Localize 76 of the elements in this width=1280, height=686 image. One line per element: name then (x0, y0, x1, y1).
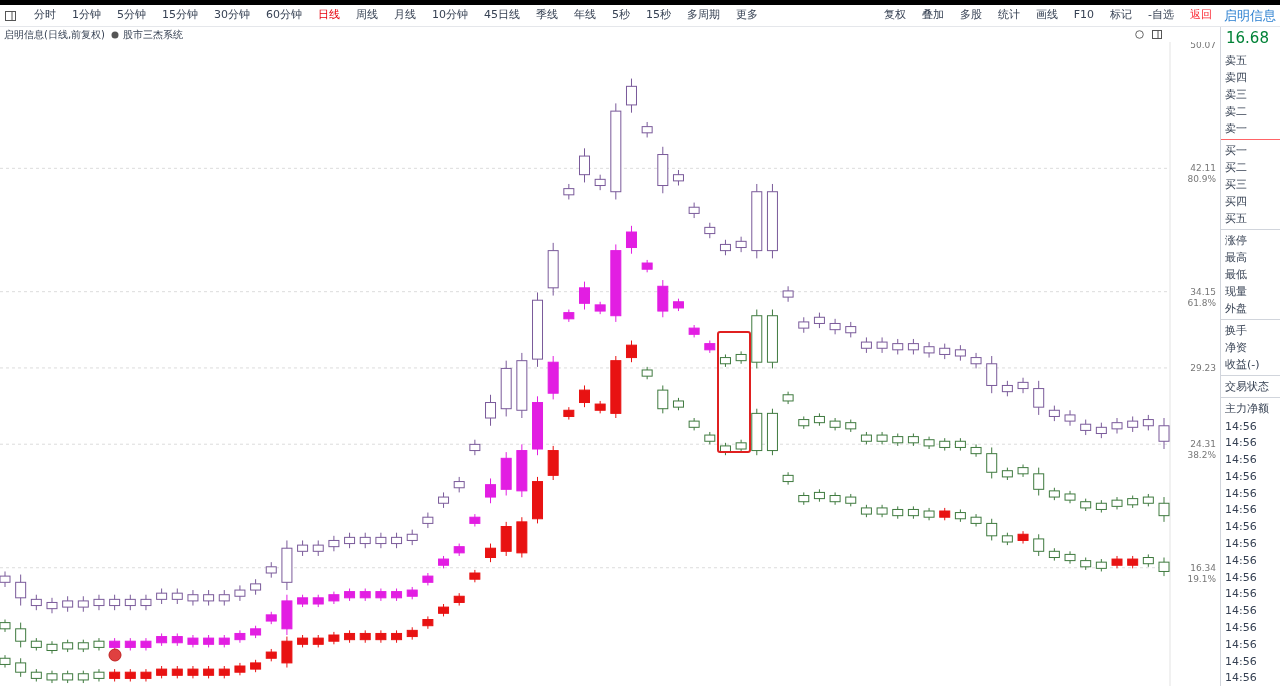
quote-label: 买三 (1224, 176, 1248, 193)
price-label: 50.07 (1190, 42, 1216, 50)
percent-label: 19.1% (1187, 573, 1216, 584)
period-tab[interactable]: 15分钟 (154, 7, 206, 24)
toolbar-button[interactable]: F10 (1065, 7, 1102, 24)
chart-title: 启明信息(日线,前复权) (4, 28, 105, 42)
period-tab[interactable]: 季线 (528, 7, 566, 24)
quote-label: 最高 (1224, 249, 1248, 266)
trade-time: 14:56 (1224, 636, 1258, 653)
quote-label: 卖五 (1224, 52, 1248, 69)
toolbar-button[interactable]: 统计 (989, 7, 1028, 24)
trade-time: 14:56 (1224, 452, 1258, 469)
period-tab[interactable]: 1分钟 (64, 7, 109, 24)
quote-label: 买一 (1224, 142, 1248, 159)
period-tab[interactable]: 月线 (386, 7, 424, 24)
quote-label: 最低 (1224, 266, 1248, 283)
trade-time: 14:56 (1224, 435, 1258, 452)
percent-label: 61.8% (1187, 297, 1216, 308)
period-tab[interactable]: 15秒 (638, 7, 679, 24)
quote-label: 换手 (1224, 322, 1248, 339)
trade-time: 14:56 (1224, 536, 1258, 553)
trade-time: 14:56 (1224, 502, 1258, 519)
quote-label: 收益(-) (1224, 356, 1261, 373)
trade-time: 14:56 (1224, 670, 1258, 686)
quote-label: 现量 (1224, 283, 1248, 300)
indicator-name: 股市三杰系统 (123, 28, 183, 42)
quote-label: 净资 (1224, 339, 1248, 356)
price-label: 16.34 (1190, 562, 1216, 573)
toolbar-button[interactable]: 画线 (1027, 7, 1066, 24)
trade-time: 14:56 (1224, 552, 1258, 569)
toolbar-button[interactable]: 标记 (1102, 7, 1140, 24)
price-label: 24.31 (1190, 439, 1216, 450)
price-label: 42.11 (1190, 163, 1216, 174)
stock-name: 启明信息 (1224, 6, 1277, 25)
price-label: 34.15 (1190, 286, 1216, 297)
trade-time: 14:56 (1224, 418, 1258, 435)
percent-label: 80.9% (1187, 174, 1216, 185)
toolbar-button[interactable]: 多股 (951, 7, 990, 24)
toolbar-button[interactable]: 复权 (875, 7, 914, 24)
current-price: 16.68 (1225, 28, 1270, 49)
price-label: 29.23 (1190, 362, 1216, 373)
trade-time: 14:56 (1224, 519, 1258, 536)
period-tab[interactable]: 更多 (728, 7, 766, 24)
period-tab[interactable]: 45日线 (476, 7, 528, 24)
quote-label: 买五 (1224, 210, 1248, 227)
period-tab[interactable]: 30分钟 (206, 7, 258, 24)
quote-label: 交易状态 (1224, 378, 1270, 395)
period-tab[interactable]: 分时 (26, 7, 64, 24)
trade-time: 14:56 (1224, 603, 1258, 620)
trade-time: 14:56 (1224, 620, 1258, 637)
period-tab[interactable]: 10分钟 (424, 7, 476, 24)
trade-time: 14:56 (1224, 468, 1258, 485)
trade-time: 14:56 (1224, 485, 1258, 502)
toolbar-button[interactable]: 叠加 (913, 7, 952, 24)
period-tab[interactable]: 日线 (310, 7, 348, 24)
period-tab[interactable]: 60分钟 (258, 7, 310, 24)
quote-label: 买四 (1224, 193, 1248, 210)
period-tab[interactable]: 5秒 (604, 7, 638, 24)
quote-label: 外盘 (1224, 300, 1248, 317)
quote-label: 涨停 (1224, 232, 1248, 249)
period-tab[interactable]: 多周期 (679, 7, 728, 24)
period-tab[interactable]: 5分钟 (109, 7, 154, 24)
percent-label: 38.2% (1187, 450, 1216, 461)
trade-time: 14:56 (1224, 569, 1258, 586)
quote-label: 卖三 (1224, 86, 1248, 103)
toolbar-button[interactable]: -自选 (1140, 7, 1182, 24)
quote-label: 卖二 (1224, 103, 1248, 120)
quote-label: 卖四 (1224, 69, 1248, 86)
quote-label: 主力净额 (1224, 400, 1270, 417)
toolbar-button[interactable]: 返回 (1182, 7, 1220, 24)
period-tab[interactable]: 周线 (348, 7, 386, 24)
trade-time: 14:56 (1224, 653, 1258, 670)
period-tab[interactable]: 年线 (566, 7, 604, 24)
trade-time: 14:56 (1224, 586, 1258, 603)
quote-label: 卖一 (1224, 120, 1248, 137)
quote-label: 买二 (1224, 159, 1248, 176)
